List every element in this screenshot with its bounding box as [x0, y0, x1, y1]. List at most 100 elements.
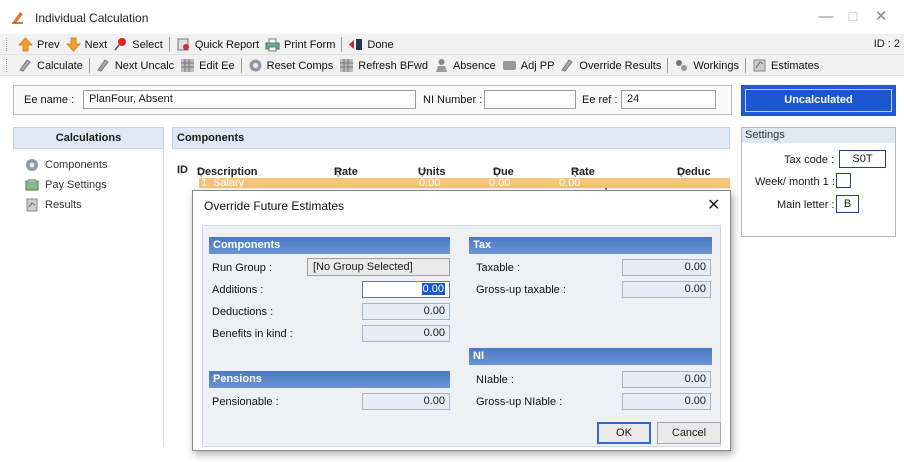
print-form-button[interactable]: Print Form [262, 34, 338, 55]
estimates-button[interactable]: Estimates [749, 55, 822, 76]
gross-up-taxable-input[interactable]: 0.00 [622, 281, 711, 298]
ee-name-field[interactable]: PlanFour, Absent [83, 90, 416, 109]
calculate-label: Calculate [37, 59, 83, 72]
ee-ref-label: Ee ref : [582, 94, 618, 106]
settings-panel: Settings Tax code : S0T Week/ month 1 : … [741, 127, 896, 237]
table-row[interactable]: 1 Salary 0.00 0.00 0.00 [199, 178, 730, 188]
done-label: Done [367, 38, 394, 51]
print-icon [265, 38, 280, 52]
prev-button[interactable]: Prev [15, 34, 63, 55]
reset-icon [249, 59, 262, 72]
col-id[interactable]: ID [177, 164, 188, 176]
override-results-button[interactable]: Override Results [557, 55, 664, 76]
run-group-label: Run Group : [212, 262, 272, 274]
cancel-button[interactable]: Cancel [657, 422, 721, 444]
benefits-in-kind-input[interactable]: 0.00 [362, 325, 450, 342]
workings-label: Workings [693, 59, 739, 72]
uncalculated-status-button[interactable]: Uncalculated [745, 89, 892, 112]
pensions-section-header: Pensions [209, 371, 450, 388]
benefits-in-kind-label: Benefits in kind : [212, 328, 293, 340]
row-units: 0.00 [489, 178, 511, 188]
dialog-body: Components Run Group : [No Group Selecte… [202, 225, 721, 447]
next-uncalc-label: Next Uncalc [114, 59, 175, 72]
tax-section-header: Tax [469, 237, 712, 254]
toolbar-separator [667, 58, 669, 73]
calculate-icon [19, 59, 31, 72]
toolbar-separator [745, 58, 746, 73]
adj-pp-button[interactable]: Adj PP [499, 55, 558, 76]
done-button[interactable]: Done [345, 34, 396, 55]
taxable-label: Taxable : [476, 262, 521, 274]
quick-report-button[interactable]: Quick Report [173, 34, 262, 55]
select-label: Select [132, 38, 163, 51]
tax-code-field[interactable]: S0T [839, 150, 886, 168]
edit-ee-button[interactable]: Edit Ee [177, 55, 237, 76]
status-panel: Uncalculated [741, 85, 896, 116]
close-window-button[interactable]: ✕ [867, 6, 895, 28]
calc-item-label: Pay Settings [45, 179, 107, 191]
prev-label: Prev [37, 38, 60, 51]
main-letter-label: Main letter : [777, 199, 835, 211]
estimates-label: Estimates [771, 59, 820, 72]
niable-input[interactable]: 0.00 [622, 371, 711, 388]
results-icon [26, 198, 38, 212]
workings-button[interactable]: Workings [671, 55, 742, 76]
absence-label: Absence [452, 59, 496, 72]
next-button[interactable]: Next [63, 34, 111, 55]
calc-item-results[interactable]: Results [13, 195, 163, 215]
ok-button[interactable]: OK [597, 422, 651, 444]
deductions-label: Deductions : [212, 306, 274, 318]
dialog-close-button[interactable]: ✕ [707, 195, 720, 215]
reset-comps-button[interactable]: Reset Comps [245, 55, 337, 76]
row-description: Salary [213, 178, 245, 188]
components-icon [26, 159, 38, 171]
components-header: Components [172, 127, 730, 149]
title-bar: Individual Calculation — ☐ ✕ [0, 0, 904, 34]
estimates-icon [753, 59, 766, 72]
main-letter-field[interactable]: B [836, 195, 859, 213]
run-group-field[interactable]: [No Group Selected] [307, 258, 450, 276]
ni-number-label: NI Number : [423, 94, 483, 106]
settings-header: Settings [742, 128, 895, 143]
arrow-down-icon [65, 37, 81, 52]
refresh-bfwd-button[interactable]: Refresh BFwd [336, 55, 431, 76]
additions-label: Additions : [212, 284, 264, 296]
week-month-1-label: Week/ month 1 : [755, 176, 835, 188]
calc-item-label: Results [45, 199, 82, 211]
minimize-button[interactable]: — [812, 6, 840, 28]
select-button[interactable]: Select [110, 34, 166, 55]
week-month-1-checkbox[interactable] [836, 173, 851, 188]
gross-up-niable-label: Gross-up NIable : [476, 396, 563, 408]
workings-icon [676, 60, 688, 71]
absence-button[interactable]: Absence [431, 55, 499, 76]
window-title: Individual Calculation [35, 11, 149, 25]
row-rate: 0.00 [419, 178, 441, 188]
calc-item-pay-settings[interactable]: Pay Settings [13, 175, 163, 195]
ni-section-header: NI [469, 348, 712, 365]
employee-header: Ee name : PlanFour, Absent NI Number : E… [13, 85, 732, 115]
id-label: ID : 2 [873, 38, 900, 50]
calculate-button[interactable]: Calculate [15, 55, 86, 76]
row-id: 1 [201, 178, 208, 188]
app-icon [12, 12, 23, 24]
calc-item-components[interactable]: Components [13, 155, 163, 175]
ee-ref-field[interactable]: 24 [621, 90, 716, 109]
maximize-button[interactable]: ☐ [839, 6, 867, 28]
row-due: 0.00 [559, 178, 581, 188]
ni-number-field[interactable] [484, 90, 576, 109]
override-results-label: Override Results [579, 59, 662, 72]
deductions-input[interactable]: 0.00 [362, 303, 450, 320]
next-uncalc-icon [97, 59, 109, 72]
pensionable-input[interactable]: 0.00 [362, 393, 450, 410]
next-label: Next [84, 38, 108, 51]
tax-code-label: Tax code : [784, 154, 835, 166]
additions-input[interactable]: 0.00 [362, 281, 450, 298]
next-uncalc-button[interactable]: Next Uncalc [93, 55, 177, 76]
taxable-input[interactable]: 0.00 [622, 259, 711, 276]
calc-item-label: Components [45, 159, 108, 171]
toolbar-grip[interactable] [6, 59, 9, 72]
absence-icon [435, 59, 447, 72]
toolbar-separator [88, 58, 90, 73]
toolbar-grip[interactable] [6, 38, 9, 51]
gross-up-niable-input[interactable]: 0.00 [622, 393, 711, 410]
